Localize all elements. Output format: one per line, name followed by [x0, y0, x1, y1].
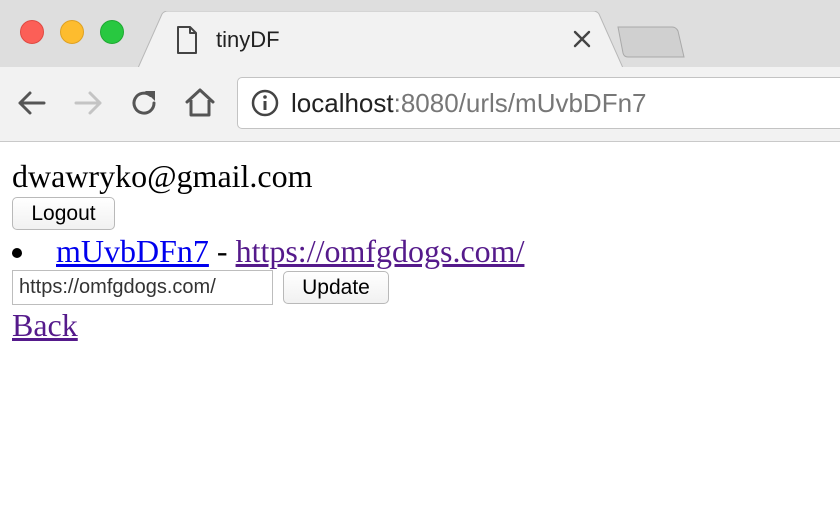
info-icon[interactable]	[251, 89, 279, 122]
logout-button[interactable]: Logout	[12, 197, 115, 230]
tab-title: tinyDF	[216, 27, 280, 52]
update-button[interactable]: Update	[283, 271, 389, 304]
window-zoom-button[interactable]	[100, 20, 124, 44]
url-host: localhost	[291, 88, 394, 118]
close-icon[interactable]	[572, 29, 592, 54]
browser-toolbar: localhost:8080/urls/mUvbDFn7	[0, 67, 840, 142]
long-url-input[interactable]	[12, 270, 273, 305]
address-url[interactable]: localhost:8080/urls/mUvbDFn7	[291, 87, 647, 119]
separator: -	[208, 233, 236, 269]
back-link[interactable]: Back	[12, 307, 78, 343]
long-url-link[interactable]: https://omfgdogs.com/	[236, 233, 525, 269]
tab-strip: tinyDF	[0, 0, 840, 68]
url-path: :8080/urls/mUvbDFn7	[393, 88, 647, 118]
forward-arrow-icon[interactable]	[72, 87, 104, 119]
address-bar[interactable]: localhost:8080/urls/mUvbDFn7	[237, 77, 840, 129]
user-email: dwawryko@gmail.com	[12, 158, 313, 194]
page-content: dwawryko@gmail.com Logout mUvbDFn7 - htt…	[0, 142, 840, 516]
document-icon	[176, 26, 198, 59]
home-icon[interactable]	[184, 87, 216, 119]
short-url-link[interactable]: mUvbDFn7	[56, 233, 209, 269]
list-bullet	[12, 248, 22, 258]
new-tab-button[interactable]	[616, 25, 686, 66]
back-arrow-icon[interactable]	[16, 87, 48, 119]
window-minimize-button[interactable]	[60, 20, 84, 44]
tab-active[interactable]: tinyDF	[138, 11, 628, 68]
reload-icon[interactable]	[128, 87, 160, 119]
window-close-button[interactable]	[20, 20, 44, 44]
list-item: mUvbDFn7 - https://omfgdogs.com/	[56, 233, 524, 269]
